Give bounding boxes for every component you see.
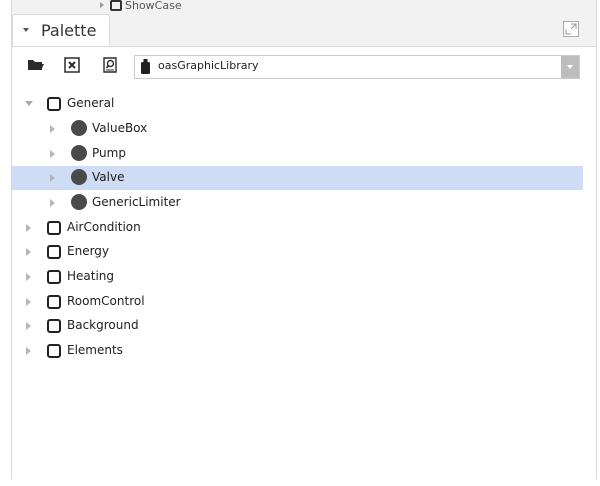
expand-arrow-icon[interactable] — [50, 125, 55, 133]
tree-item-label: ValueBox — [92, 121, 148, 135]
expand-arrow-icon — [100, 2, 104, 8]
tree-folder-label: General — [67, 96, 115, 110]
folder-icon — [110, 0, 122, 11]
frame-border-right — [596, 0, 597, 478]
folder-icon — [47, 245, 61, 259]
expand-arrow-icon[interactable] — [26, 298, 31, 306]
expand-arrow-icon[interactable] — [26, 224, 31, 232]
folder-open-icon[interactable] — [27, 57, 44, 73]
folder-icon — [47, 97, 61, 111]
collapse-caret-icon[interactable] — [23, 28, 29, 32]
tree-item-genericlimiter[interactable]: GenericLimiter — [12, 191, 583, 215]
library-select[interactable]: oasGraphicLibrary — [134, 55, 580, 79]
folder-icon — [47, 319, 61, 333]
tree-item-label: GenericLimiter — [92, 195, 181, 209]
folder-icon — [47, 270, 61, 284]
expand-arrow-icon[interactable] — [26, 322, 31, 330]
tree-folder-heating[interactable]: Heating — [12, 265, 583, 289]
tree-item-label: Pump — [92, 146, 126, 160]
tree-folder-general[interactable]: General — [12, 92, 583, 116]
library-select-value: oasGraphicLibrary — [158, 59, 259, 72]
folder-icon — [47, 295, 61, 309]
tree-item-pump[interactable]: Pump — [12, 142, 583, 166]
tree-folder-background[interactable]: Background — [12, 314, 583, 338]
tree-folder-roomcontrol[interactable]: RoomControl — [12, 290, 583, 314]
expand-arrow-icon[interactable] — [26, 273, 31, 281]
library-jar-icon — [141, 59, 150, 74]
close-box-icon[interactable] — [64, 57, 80, 73]
tree-folder-label: AirCondition — [67, 220, 141, 234]
maximize-icon[interactable] — [563, 21, 579, 37]
tree-folder-label: Energy — [67, 244, 110, 258]
tree-folder-label: Heating — [67, 269, 115, 283]
component-icon — [71, 145, 87, 161]
component-icon — [71, 169, 87, 185]
palette-tab[interactable]: Palette — [12, 14, 110, 47]
tree-item-valve[interactable]: Valve — [12, 166, 583, 190]
find-icon[interactable] — [102, 57, 118, 73]
tree-folder-aircondition[interactable]: AirCondition — [12, 216, 583, 240]
folder-icon — [47, 344, 61, 358]
chevron-down-icon — [567, 65, 573, 69]
tree-folder-elements[interactable]: Elements — [12, 339, 583, 363]
collapse-arrow-icon[interactable] — [25, 101, 33, 106]
expand-arrow-icon[interactable] — [26, 347, 31, 355]
expand-arrow-icon[interactable] — [50, 174, 55, 182]
expand-arrow-icon[interactable] — [50, 150, 55, 158]
tree-item-valuebox[interactable]: ValueBox — [12, 117, 583, 141]
partial-tree-item-label: ShowCase — [125, 0, 182, 11]
component-icon — [71, 194, 87, 210]
expand-arrow-icon[interactable] — [50, 199, 55, 207]
palette-title: Palette — [41, 21, 97, 40]
library-dropdown-button[interactable] — [561, 56, 579, 78]
tree-item-label: Valve — [92, 170, 125, 184]
tree-folder-energy[interactable]: Energy — [12, 240, 583, 264]
tree-folder-label: RoomControl — [67, 294, 145, 308]
expand-arrow-icon[interactable] — [26, 248, 31, 256]
folder-icon — [47, 221, 61, 235]
partial-tree-item: ShowCase — [100, 0, 182, 11]
component-icon — [71, 120, 87, 136]
tree-folder-label: Background — [67, 318, 139, 332]
tree-folder-label: Elements — [67, 343, 123, 357]
